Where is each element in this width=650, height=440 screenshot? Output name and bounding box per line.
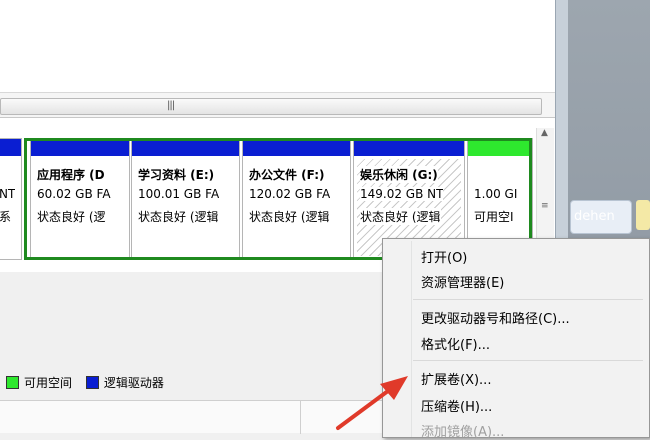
free-space-swatch	[6, 376, 19, 389]
legend: 可用空间 逻辑驱动器	[6, 374, 164, 392]
menu-separator	[413, 299, 643, 300]
scrollbar-grip: |||	[167, 100, 175, 111]
chat-text: dehen	[574, 209, 615, 224]
menu-separator	[413, 360, 643, 361]
menu-item-shrink-volume[interactable]: 压缩卷(H)...	[421, 396, 492, 415]
horizontal-scrollbar[interactable]: |||	[0, 92, 555, 118]
menu-item-extend-volume[interactable]: 扩展卷(X)...	[421, 369, 491, 388]
scroll-up-arrow-icon[interactable]: ▲	[541, 128, 548, 138]
logical-drive-swatch	[85, 376, 99, 389]
scrollbar-thumb[interactable]: |||	[0, 98, 542, 115]
partition-size: NT	[0, 187, 16, 201]
red-arrow-icon	[336, 376, 408, 430]
legend-free-space: 可用空间	[24, 376, 73, 390]
context-menu[interactable]: 打开(O) 资源管理器(E) 更改驱动器号和路径(C)... 格式化(F)...…	[382, 238, 650, 440]
chat-bubble-secondary	[636, 200, 650, 230]
scrollbar-grip-icon: ≡	[541, 201, 549, 211]
menu-item-open[interactable]: 打开(O)	[421, 247, 467, 266]
partition-color-bar	[0, 139, 21, 156]
menu-item-explorer[interactable]: 资源管理器(E)	[421, 272, 504, 291]
menu-item-change-drive-letter[interactable]: 更改驱动器号和路径(C)...	[421, 308, 570, 327]
menu-item-format[interactable]: 格式化(F)...	[421, 334, 490, 353]
status-divider	[300, 401, 301, 434]
legend-logical-drive: 逻辑驱动器	[103, 376, 164, 390]
menu-item-add-mirror: 添加镜像(A)...	[421, 425, 505, 440]
partition-c[interactable]: NT 系	[0, 138, 22, 260]
partition-status: 系	[0, 210, 12, 224]
volume-list-pane[interactable]	[0, 0, 555, 92]
